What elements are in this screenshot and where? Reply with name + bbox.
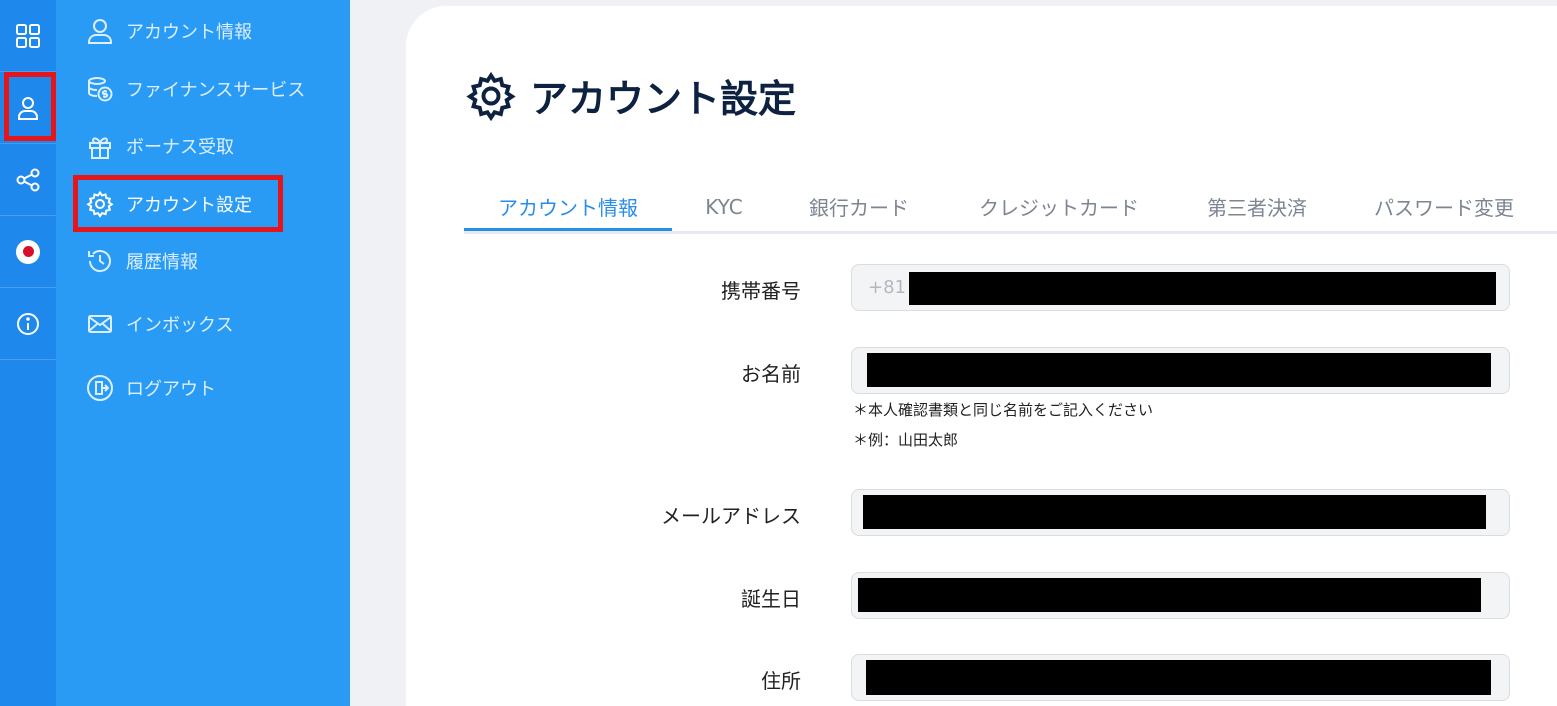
page-title: アカウント設定 bbox=[466, 68, 796, 123]
rail-info-button[interactable] bbox=[0, 288, 56, 360]
tab-label: アカウント情報 bbox=[498, 196, 638, 220]
history-icon bbox=[88, 250, 111, 273]
gift-icon bbox=[89, 137, 111, 159]
name-note: ＊本人確認書類と同じ名前をご記入ください bbox=[853, 401, 1154, 419]
tab-label: クレジットカード bbox=[979, 196, 1139, 220]
sidebar-item-finance-services[interactable]: ファイナンスサービス bbox=[86, 69, 305, 109]
gear-icon bbox=[466, 71, 516, 121]
phone-label: 携帯番号 bbox=[721, 279, 801, 303]
tab-label: 銀行カード bbox=[809, 196, 909, 220]
mail-icon bbox=[88, 315, 112, 333]
tab-bank-card[interactable]: 銀行カード bbox=[798, 182, 920, 231]
page-title-text: アカウント設定 bbox=[530, 77, 797, 121]
logout-icon bbox=[87, 375, 113, 401]
redacted-value bbox=[866, 660, 1491, 695]
phone-field[interactable]: +81 bbox=[851, 264, 1510, 311]
tab-label: KYC bbox=[705, 194, 743, 219]
email-field[interactable] bbox=[851, 489, 1510, 536]
sidebar-item-label: インボックス bbox=[126, 315, 234, 336]
rail-share-button[interactable] bbox=[0, 144, 56, 216]
share-icon bbox=[16, 168, 40, 191]
name-field[interactable] bbox=[851, 347, 1510, 394]
tab-label: 第三者決済 bbox=[1207, 196, 1307, 220]
sidebar-item-account-info[interactable]: アカウント情報 bbox=[86, 11, 252, 51]
active-tab-underline bbox=[464, 228, 672, 231]
user-icon bbox=[88, 19, 112, 44]
sidebar-item-label: ログアウト bbox=[126, 379, 216, 400]
redacted-value bbox=[863, 495, 1486, 529]
coins-icon bbox=[88, 77, 113, 102]
sidebar-menu: アカウント情報 ファイナンスサービス ボーナス受取 アカウント設定 履歴情報 イ… bbox=[56, 0, 350, 706]
info-icon bbox=[17, 312, 39, 335]
redacted-value bbox=[909, 272, 1496, 305]
settings-tabs: アカウント情報 KYC 銀行カード クレジットカード 第三者決済 パスワード変更 bbox=[464, 182, 1557, 234]
icon-rail bbox=[0, 0, 56, 706]
tab-label: パスワード変更 bbox=[1374, 196, 1514, 220]
rail-dashboard-button[interactable] bbox=[0, 0, 56, 72]
sidebar-item-history[interactable]: 履歴情報 bbox=[86, 241, 198, 281]
sidebar-item-bonus[interactable]: ボーナス受取 bbox=[86, 126, 234, 166]
sidebar-item-label: ボーナス受取 bbox=[126, 137, 234, 158]
sidebar-item-label: ファイナンスサービス bbox=[126, 80, 306, 101]
redacted-value bbox=[858, 578, 1481, 612]
japan-flag-icon bbox=[16, 239, 40, 264]
sidebar-item-logout[interactable]: ログアウト bbox=[86, 368, 216, 408]
phone-country-code: +81 bbox=[868, 277, 906, 298]
tab-third-party-payment[interactable]: 第三者決済 bbox=[1199, 182, 1315, 231]
redacted-value bbox=[867, 353, 1491, 387]
grid-icon bbox=[16, 23, 40, 48]
rail-highlight-box bbox=[4, 72, 56, 141]
menu-highlight-box bbox=[73, 175, 283, 232]
birthday-field[interactable] bbox=[851, 572, 1510, 619]
sidebar-item-inbox[interactable]: インボックス bbox=[86, 304, 233, 344]
address-field[interactable] bbox=[851, 654, 1510, 701]
sidebar-item-label: アカウント情報 bbox=[126, 22, 252, 43]
name-example-note: ＊例：山田太郎 bbox=[853, 431, 959, 449]
name-label: お名前 bbox=[741, 362, 801, 386]
address-label: 住所 bbox=[761, 669, 801, 693]
email-label: メールアドレス bbox=[661, 504, 801, 528]
tab-account-info[interactable]: アカウント情報 bbox=[464, 182, 672, 231]
rail-language-button[interactable] bbox=[0, 216, 56, 288]
tab-kyc[interactable]: KYC bbox=[686, 182, 762, 231]
birthday-label: 誕生日 bbox=[741, 587, 801, 611]
tab-credit-card[interactable]: クレジットカード bbox=[967, 182, 1151, 231]
tab-password-change[interactable]: パスワード変更 bbox=[1364, 182, 1524, 231]
sidebar-item-label: 履歴情報 bbox=[126, 252, 198, 273]
